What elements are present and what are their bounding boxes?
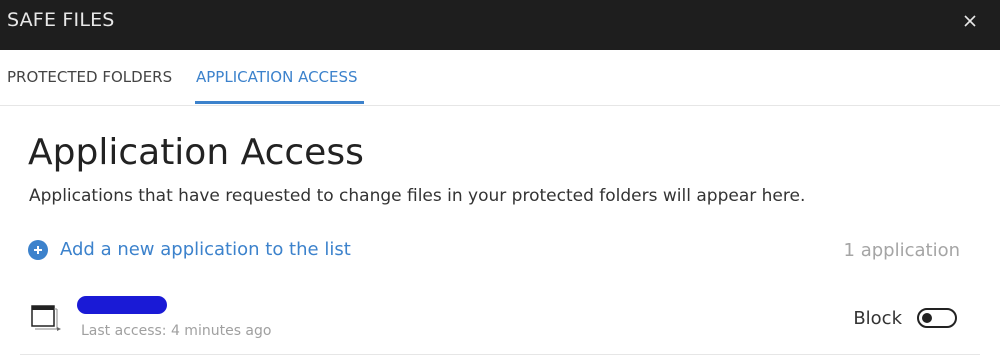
window-title: SAFE FILES xyxy=(7,9,115,31)
redaction-mark xyxy=(77,296,167,314)
selected-tab-indicator xyxy=(195,101,364,104)
plus-circle-icon xyxy=(28,239,48,260)
tab-bar: PROTECTED FOLDERS APPLICATION ACCESS xyxy=(0,50,1000,106)
last-access-text: Last access: 4 minutes ago xyxy=(81,323,272,339)
tab-application-access[interactable]: APPLICATION ACCESS xyxy=(196,68,358,86)
application-window-icon xyxy=(29,303,63,333)
tab-protected-folders[interactable]: PROTECTED FOLDERS xyxy=(7,68,172,86)
application-count: 1 application xyxy=(843,240,960,261)
application-row: Last access: 4 minutes ago Block xyxy=(20,286,980,355)
block-label: Block xyxy=(853,308,902,329)
toggle-knob xyxy=(922,313,932,323)
add-application-link[interactable]: Add a new application to the list xyxy=(28,239,351,260)
page-title: Application Access xyxy=(28,132,364,173)
page-description: Applications that have requested to chan… xyxy=(29,186,806,206)
title-bar: SAFE FILES xyxy=(0,0,1000,50)
block-toggle[interactable] xyxy=(917,308,957,328)
add-application-label: Add a new application to the list xyxy=(60,239,351,260)
close-icon[interactable] xyxy=(959,10,981,32)
application-name-redacted xyxy=(77,292,169,318)
